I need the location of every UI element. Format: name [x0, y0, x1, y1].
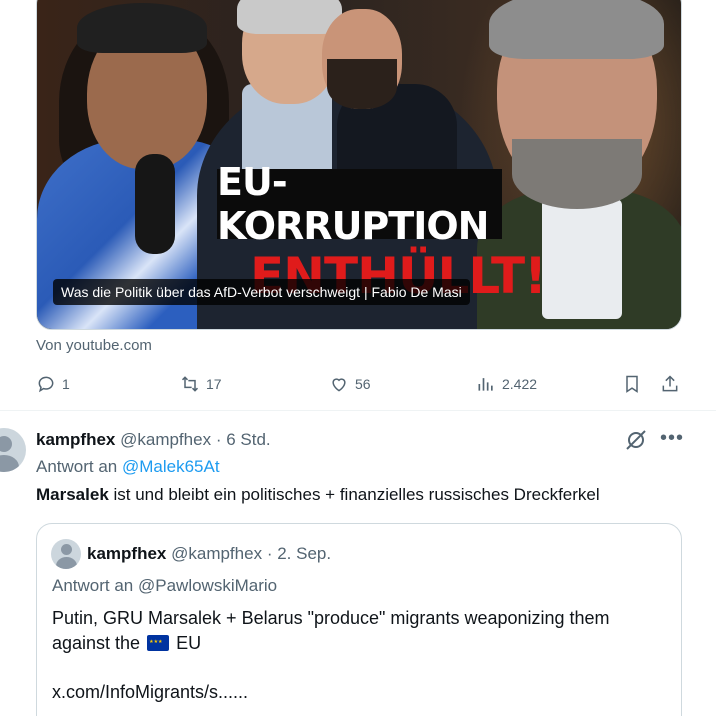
link-source[interactable]: Von youtube.com [36, 337, 152, 354]
share-icon [662, 375, 678, 392]
share-button[interactable] [660, 370, 680, 398]
tweet-text-bold: Marsalek [36, 485, 109, 504]
default-avatar-head [0, 436, 12, 452]
link-card-thumbnail[interactable]: ENTHÜLLT! EU-KORRUPTION Was die Politik … [36, 0, 682, 330]
bookmark-button[interactable] [622, 370, 642, 398]
person-2-hair [237, 0, 342, 34]
quote-text-line-2-suffix: EU [176, 633, 202, 653]
grok-icon[interactable] [624, 428, 648, 452]
bookmark-icon [626, 375, 638, 393]
quote-text-line-2: against the EU [52, 631, 662, 656]
microphone [135, 154, 175, 254]
eu-flag-icon [147, 635, 170, 651]
dot-separator: · [215, 430, 222, 449]
avatar[interactable] [0, 428, 26, 472]
views-count: 2.422 [502, 376, 538, 392]
like-icon [332, 378, 346, 392]
repost-icon [181, 376, 199, 392]
default-avatar-body [0, 455, 19, 472]
tweet-action-bar: 1 17 56 2.422 [36, 370, 686, 398]
quote-text-line-1: Putin, GRU Marsalek + Belarus "produce" … [52, 608, 610, 628]
tweet-text: Marsalek ist und bleibt ein politisches … [36, 485, 600, 505]
tweet-header: kampfhex @kampfhex · 6 Std. [36, 430, 271, 450]
thumbnail-headline-box: EU-KORRUPTION [217, 160, 502, 248]
repost-button[interactable]: 17 [180, 370, 222, 398]
author-name[interactable]: kampfhex [36, 430, 115, 449]
reply-prefix: Antwort an [36, 457, 118, 476]
like-button[interactable]: 56 [329, 370, 371, 398]
reply-icon [38, 376, 54, 393]
quote-link[interactable]: x.com/InfoMigrants/s...... [52, 682, 248, 703]
quote-author-handle: @kampfhex [171, 544, 263, 563]
reply-count: 1 [62, 376, 70, 392]
quoted-tweet[interactable]: kampfhex @kampfhex · 2. Sep. Antwort an … [36, 523, 682, 716]
tweet-text-rest: ist und bleibt ein politisches + finanzi… [108, 485, 600, 504]
like-count: 56 [355, 376, 371, 392]
person-3-beard [327, 59, 397, 109]
reply-button[interactable]: 1 [36, 370, 70, 398]
quote-avatar [51, 539, 81, 569]
quote-text-line-2-prefix: against the [52, 633, 141, 653]
reply-to-link[interactable]: @Malek65At [122, 457, 220, 476]
person-4-beard [512, 139, 642, 209]
quote-time: 2. Sep. [277, 544, 332, 563]
quote-header: kampfhex @kampfhex · 2. Sep. [87, 544, 331, 564]
views-icon [478, 378, 493, 391]
author-handle[interactable]: @kampfhex [120, 430, 211, 449]
divider [0, 410, 716, 411]
link-card-title[interactable]: Was die Politik über das AfD-Verbot vers… [53, 279, 470, 305]
person-1-cap [77, 3, 207, 53]
tweet-time[interactable]: 6 Std. [226, 430, 270, 449]
repost-count: 17 [206, 376, 222, 392]
reply-context: Antwort an @Malek65At [36, 457, 220, 477]
quote-author-name: kampfhex [87, 544, 167, 563]
quote-text: Putin, GRU Marsalek + Belarus "produce" … [52, 606, 662, 656]
more-options-icon[interactable]: ••• [660, 428, 684, 450]
quote-reply-context: Antwort an @PawlowskiMario [52, 576, 278, 595]
thumbnail-headline: EU-KORRUPTION [217, 160, 489, 248]
default-avatar-head [61, 544, 72, 555]
default-avatar-body [56, 557, 77, 569]
person-4-hair [489, 0, 664, 59]
person-4-shirt [542, 199, 622, 319]
views-button[interactable]: 2.422 [476, 370, 537, 398]
dot-separator: · [266, 544, 273, 563]
